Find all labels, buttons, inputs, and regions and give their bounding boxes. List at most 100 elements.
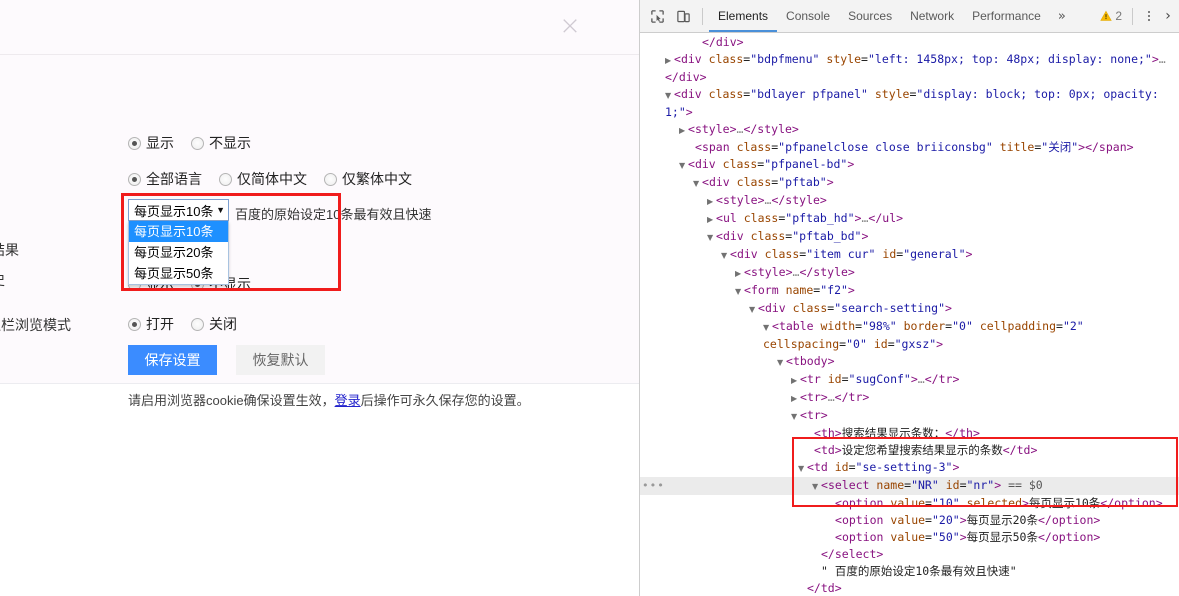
radio-topbar-on[interactable]: 打开 <box>128 314 174 334</box>
radio-label: 不显示 <box>209 135 251 151</box>
chevron-right-icon[interactable]: › <box>1159 8 1177 24</box>
chevron-down-icon[interactable]: ▼ <box>735 283 744 300</box>
setting-row-topbar: 打开 关闭 <box>128 314 247 334</box>
select-option-50[interactable]: 每页显示50条 <box>129 263 228 284</box>
dom-node-line[interactable]: ▶ <style>…</style> <box>640 192 1179 210</box>
select-option-list[interactable]: 每页显示10条 每页显示20条 每页显示50条 <box>128 221 229 285</box>
chevron-right-icon[interactable]: ▶ <box>791 372 800 389</box>
footnote-suffix: 后操作可永久保存您的设置。 <box>360 393 530 408</box>
radio-label: 仅简体中文 <box>237 171 307 187</box>
dom-node-line[interactable]: ▼ <tbody> <box>640 353 1179 371</box>
chevron-down-icon[interactable]: ▼ <box>749 301 758 318</box>
dom-node-line[interactable]: ▼ <table width="98%" border="0" cellpaddi… <box>640 318 1179 353</box>
select-option-10[interactable]: 每页显示10条 <box>129 221 228 242</box>
dom-node-line[interactable]: ▼ <div class="pftab_bd"> <box>640 228 1179 246</box>
select-current-value: 每页显示10条 <box>134 203 214 219</box>
dom-node-line[interactable]: ▼ <td id="se-setting-3"> <box>640 459 1179 477</box>
chevron-right-icon[interactable]: ▶ <box>707 193 716 210</box>
results-per-page-select[interactable]: 每页显示10条 ▼ 每页显示10条 每页显示20条 每页显示50条 <box>128 199 229 285</box>
more-tabs-icon[interactable]: » <box>1050 9 1074 24</box>
dom-node-line[interactable]: </div> <box>640 34 1179 51</box>
devtools-toolbar-right: 2 › <box>1096 0 1177 32</box>
save-settings-button[interactable]: 保存设置 <box>128 345 217 375</box>
dom-node-line[interactable]: <option value="50">每页显示50条</option> <box>640 529 1179 546</box>
dom-node-line[interactable]: <th>搜索结果显示条数：</th> <box>640 425 1179 442</box>
dom-node-line[interactable]: " 百度的原始设定10条最有效且快速" <box>640 563 1179 580</box>
chevron-right-icon[interactable]: ▶ <box>735 265 744 282</box>
devtools-menu-icon[interactable] <box>1139 3 1159 29</box>
dom-node-line[interactable]: ▼ <tr> <box>640 407 1179 425</box>
dom-node-line[interactable]: ▶ <tr id="sugConf">…</tr> <box>640 371 1179 389</box>
warning-count-badge[interactable]: 2 <box>1096 9 1126 23</box>
setting-row-language: 全部语言 仅简体中文 仅繁体中文 <box>128 169 422 189</box>
dom-node-line[interactable]: ▼ <form name="f2"> <box>640 282 1179 300</box>
screen: × 显示 不显示 全部语言 仅简体中文 仅繁体中文 果 栏浏览模式 不显示 百度… <box>0 0 1179 596</box>
radio-language-all[interactable]: 全部语言 <box>128 169 202 189</box>
dom-tree[interactable]: </div> ▶ <div class="bdpfmenu" style="left… <box>640 33 1179 596</box>
chevron-down-icon[interactable]: ▼ <box>791 408 800 425</box>
label-search-results: 结果 <box>0 242 19 258</box>
radio-dot-icon <box>219 172 232 186</box>
dom-node-line[interactable]: ▶ <ul class="pftab_hd">…</ul> <box>640 210 1179 228</box>
chevron-down-icon: ▼ <box>216 205 225 215</box>
dom-node-line[interactable]: </td> <box>640 580 1179 596</box>
chevron-down-icon[interactable]: ▼ <box>763 319 772 336</box>
chevron-down-icon[interactable]: ▼ <box>812 478 821 495</box>
radio-group-display: 显示 不显示 <box>128 133 261 153</box>
chevron-down-icon[interactable]: ▼ <box>707 229 716 246</box>
dom-node-line[interactable]: <span class="pfpanelclose close briicons… <box>640 139 1179 156</box>
web-page-pane: × 显示 不显示 全部语言 仅简体中文 仅繁体中文 果 栏浏览模式 不显示 百度… <box>0 0 639 596</box>
dom-node-line[interactable]: ▼ <div class="pfpanel-bd"> <box>640 156 1179 174</box>
device-toolbar-icon[interactable] <box>670 3 696 29</box>
chevron-right-icon[interactable]: ▶ <box>791 390 800 407</box>
chevron-right-icon[interactable]: ▶ <box>707 211 716 228</box>
chevron-down-icon[interactable]: ▼ <box>693 175 702 192</box>
chevron-down-icon[interactable]: ▼ <box>798 460 807 477</box>
radio-dot-icon <box>191 136 204 150</box>
radio-label: 显示 <box>146 135 174 151</box>
login-link[interactable]: 登录 <box>335 393 361 408</box>
footnote-prefix: 请启用浏览器cookie确保设置生效， <box>128 393 335 408</box>
dom-node-line[interactable]: ▶ <tr>…</tr> <box>640 389 1179 407</box>
tab-console[interactable]: Console <box>777 0 839 32</box>
tab-performance[interactable]: Performance <box>963 0 1050 32</box>
dom-node-line[interactable]: ••• ▼ <select name="NR" id="nr"> == $0 <box>640 477 1179 495</box>
chevron-down-icon[interactable]: ▼ <box>665 87 674 104</box>
dom-node-line[interactable]: ▼ <div class="bdlayer pfpanel" style="dis… <box>640 86 1179 121</box>
dom-node-line[interactable]: <option value="20">每页显示20条</option> <box>640 512 1179 529</box>
dom-node-line[interactable]: ▶ <style>…</style> <box>640 264 1179 282</box>
radio-language-simplified[interactable]: 仅简体中文 <box>219 169 307 189</box>
chevron-down-icon[interactable]: ▼ <box>777 354 786 371</box>
radio-language-traditional[interactable]: 仅繁体中文 <box>324 169 412 189</box>
radio-dot-icon <box>128 136 141 150</box>
radio-label: 关闭 <box>209 316 237 332</box>
tab-elements[interactable]: Elements <box>709 0 777 32</box>
radio-display-show[interactable]: 显示 <box>128 133 174 153</box>
close-icon[interactable]: × <box>557 13 583 40</box>
dom-node-line[interactable]: </select> <box>640 546 1179 563</box>
radio-group-topbar: 打开 关闭 <box>128 314 247 334</box>
radio-topbar-off[interactable]: 关闭 <box>191 314 237 334</box>
dom-node-line[interactable]: ▼ <div class="item cur" id="general"> <box>640 246 1179 264</box>
chevron-down-icon[interactable]: ▼ <box>679 157 688 174</box>
label-search-history: 史 <box>0 270 5 290</box>
radio-display-hide[interactable]: 不显示 <box>191 133 251 153</box>
select-option-20[interactable]: 每页显示20条 <box>129 242 228 263</box>
tab-network[interactable]: Network <box>901 0 963 32</box>
tab-sources[interactable]: Sources <box>839 0 901 32</box>
cookie-footnote: 请启用浏览器cookie确保设置生效，登录后操作可永久保存您的设置。 <box>128 390 530 409</box>
warning-count: 2 <box>1115 9 1122 23</box>
chevron-down-icon[interactable]: ▼ <box>721 247 730 264</box>
reset-defaults-button[interactable]: 恢复默认 <box>236 345 325 375</box>
inspect-element-icon[interactable] <box>644 3 670 29</box>
dom-node-line[interactable]: <td>设定您希望搜索结果显示的条数</td> <box>640 442 1179 459</box>
chevron-right-icon[interactable]: ▶ <box>679 122 688 139</box>
label-topbar-mode: 通栏浏览模式 <box>0 317 71 333</box>
chevron-right-icon[interactable]: ▶ <box>665 52 674 69</box>
dom-node-line[interactable]: ▼ <div class="pftab"> <box>640 174 1179 192</box>
dom-node-line[interactable]: ▼ <div class="search-setting"> <box>640 300 1179 318</box>
select-closed-display[interactable]: 每页显示10条 ▼ <box>128 199 229 221</box>
dom-node-line[interactable]: ▶ <div class="bdpfmenu" style="left: 1458… <box>640 51 1179 86</box>
dom-node-line[interactable]: ▶ <style>…</style> <box>640 121 1179 139</box>
dom-node-line[interactable]: <option value="10" selected>每页显示10条</opt… <box>640 495 1179 512</box>
